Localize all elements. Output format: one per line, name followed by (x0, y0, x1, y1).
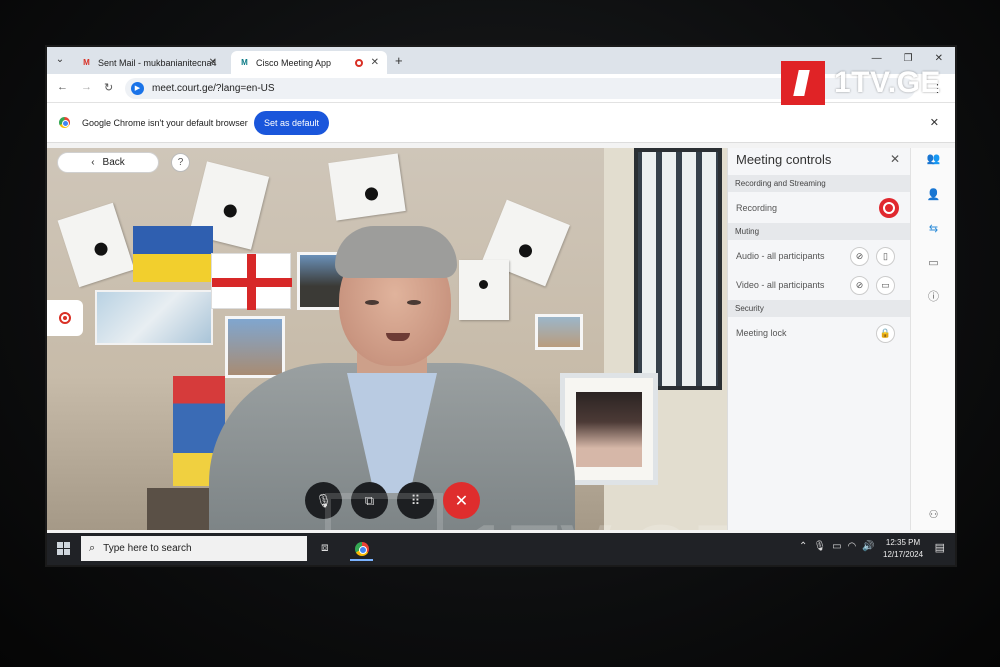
background-window (634, 148, 722, 390)
taskbar-search[interactable]: ⌕ Type here to search (81, 536, 307, 561)
tab-search-icon[interactable]: ⌄ (53, 53, 67, 67)
add-participant-icon[interactable]: 👤 (926, 188, 941, 203)
section-recording: Recording and Streaming (728, 175, 911, 192)
help-icon[interactable]: ? (171, 153, 190, 172)
tab-sent-mail[interactable]: M Sent Mail - mukbanianitecna4 ✕ (73, 51, 225, 74)
gmail-icon: M (83, 58, 90, 67)
close-infobar-icon[interactable]: ✕ (930, 116, 939, 129)
clock-date: 12/17/2024 (883, 550, 924, 559)
close-panel-icon[interactable]: ✕ (890, 152, 900, 166)
wall-map (95, 290, 213, 345)
chrome-icon (354, 541, 369, 556)
notifications-icon[interactable]: ▤ (935, 541, 945, 554)
recording-button[interactable] (879, 198, 899, 218)
reload-icon[interactable]: ↻ (104, 81, 113, 94)
video-off-all-icon[interactable]: ⊘ (850, 276, 869, 295)
cisco-icon: M (241, 58, 248, 67)
side-rail: 👥 👤 ⇆ ▭ ⓘ ⚇ (910, 148, 955, 530)
video-on-all-icon[interactable]: ▭ (876, 276, 895, 295)
section-muting: Muting (728, 223, 911, 240)
video-feed: ‹ Back ? 🎙 ⧉ ⠿ ✕ 1TV.GE (47, 148, 727, 530)
network-icon[interactable]: ⚇ (926, 508, 941, 523)
record-icon (59, 312, 71, 324)
system-tray: ⌃ 🎙 ▭ ◠ 🔊 (799, 541, 875, 552)
logo-mark-icon (781, 61, 825, 105)
tab-cisco-meeting[interactable]: M Cisco Meeting App ✕ (231, 51, 387, 74)
windows-taskbar: ⌕ Type here to search ⧈ ⌃ 🎙 ▭ ◠ 🔊 12:35 … (47, 533, 955, 565)
row-meeting-lock: Meeting lock 🔒 (728, 319, 911, 347)
row-label: Recording (736, 203, 778, 213)
tab-label: Cisco Meeting App (256, 57, 332, 68)
search-placeholder: Type here to search (103, 543, 192, 554)
wifi-icon[interactable]: ◠ (848, 541, 857, 552)
site-info-icon[interactable]: ▶ (131, 82, 144, 95)
ukraine-flag (133, 226, 213, 282)
volume-icon[interactable]: 🔊 (862, 541, 874, 552)
microphone-icon[interactable]: 🎙 (813, 541, 826, 552)
infobar-message: Google Chrome isn't your default browser (82, 118, 248, 128)
row-recording: Recording (728, 194, 911, 222)
url-text: meet.court.ge/?lang=en-US (152, 83, 275, 94)
new-tab-button[interactable]: + (395, 53, 403, 68)
broadcaster-logo: 1TV.GE (781, 61, 941, 105)
meeting-controls-icon[interactable]: ⇆ (926, 222, 941, 237)
tv-watermark: 1TV.GE (325, 493, 727, 531)
task-view-icon[interactable]: ⧈ (321, 540, 329, 555)
row-label: Video - all participants (736, 280, 825, 290)
close-tab-icon[interactable]: ✕ (209, 57, 217, 68)
target-paper (57, 202, 135, 288)
chevron-left-icon: ‹ (91, 157, 95, 168)
panel-title: Meeting controls (736, 152, 832, 167)
watermark-text: 1TV.GE (465, 507, 727, 531)
row-video-all: Video - all participants ⊘ ▭ (728, 271, 911, 299)
default-browser-infobar: Google Chrome isn't your default browser… (47, 103, 955, 143)
recording-indicator-icon (355, 58, 363, 67)
windows-start-icon[interactable] (57, 542, 70, 555)
section-security: Security (728, 300, 911, 317)
back-button[interactable]: ‹ Back (57, 152, 159, 173)
close-tab-icon[interactable]: ✕ (371, 57, 379, 68)
participant-video (207, 188, 577, 530)
unmute-all-audio-icon[interactable]: ▯ (876, 247, 895, 266)
record-toggle-button[interactable] (47, 300, 83, 336)
taskbar-clock[interactable]: 12:35 PM 12/17/2024 (883, 537, 923, 561)
chevron-up-icon[interactable]: ⌃ (799, 541, 807, 552)
row-label: Meeting lock (736, 328, 787, 338)
clock-time: 12:35 PM (885, 538, 921, 547)
layout-icon[interactable]: ▭ (926, 256, 941, 271)
participants-icon[interactable]: 👥 (926, 152, 941, 167)
row-audio-all: Audio - all participants ⊘ ▯ (728, 242, 911, 270)
back-arrow-icon[interactable]: ← (57, 81, 68, 93)
back-label: Back (102, 157, 125, 168)
search-icon: ⌕ (89, 542, 96, 554)
watermark-logo-mark (325, 493, 443, 530)
forward-arrow-icon[interactable]: → (81, 81, 92, 93)
logo-text: 1TV.GE (834, 66, 941, 99)
monitor-screen: ⌄ M Sent Mail - mukbanianitecna4 ✕ M Cis… (47, 47, 955, 565)
tab-label: Sent Mail - mukbanianitecna4 (98, 57, 217, 68)
meeting-controls-panel: Meeting controls ✕ Recording and Streami… (727, 148, 911, 530)
set-default-button[interactable]: Set as default (254, 111, 329, 135)
row-label: Audio - all participants (736, 251, 825, 261)
info-icon[interactable]: ⓘ (926, 290, 941, 305)
lock-icon[interactable]: 🔒 (876, 324, 895, 343)
mute-all-audio-icon[interactable]: ⊘ (850, 247, 869, 266)
battery-icon[interactable]: ▭ (832, 541, 841, 552)
chrome-icon (59, 117, 70, 128)
chrome-taskbar-button[interactable] (350, 538, 373, 561)
